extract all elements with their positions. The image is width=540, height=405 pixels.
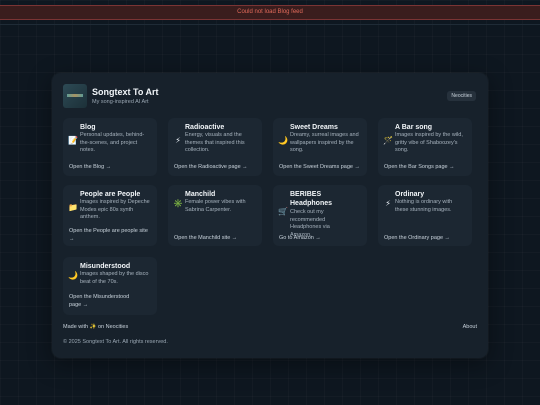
tile-description: Energy, visuals and the themes that insp… — [185, 132, 245, 153]
memo-icon: 📝 — [68, 136, 78, 145]
tile-title: Sweet Dreams — [290, 124, 338, 131]
tile-description: Images inspired by Depeche Modes epic 80… — [80, 199, 150, 220]
tile-title: Radioactive — [185, 124, 225, 131]
shopping-cart-icon: 🛒 — [278, 207, 288, 216]
tile-ordinary[interactable]: ⚡ Ordinary Nothing is ordinary with thes… — [378, 185, 472, 246]
site-logo — [63, 84, 87, 108]
tile-link[interactable]: Open the Misunderstood page → — [69, 294, 141, 309]
tile-title: Blog — [80, 124, 96, 131]
tile-link[interactable]: Open the People are people site → — [69, 228, 151, 243]
tile-description: Female power vibes with Sabrina Carpente… — [185, 199, 246, 213]
crescent-moon-icon: 🌙 — [68, 271, 78, 280]
main-card: Songtext To Art My song-inspired AI Art … — [52, 73, 488, 358]
tile-beribes-headphones[interactable]: 🛒 BERIBES Headphones Check out my recomm… — [273, 185, 367, 246]
tile-link[interactable]: Open the Manchild site → — [174, 235, 256, 243]
tile-title: Misunderstood — [80, 263, 131, 270]
tile-people-are-people[interactable]: 📁 People are People Images inspired by D… — [63, 185, 157, 246]
tile-blog[interactable]: 📝 Blog Personal updates, behind-the-scen… — [63, 118, 157, 176]
tile-radioactive[interactable]: ⚡ Radioactive Energy, visuals and the th… — [168, 118, 262, 176]
tile-manchild[interactable]: ✳️ Manchild Female power vibes with Sabr… — [168, 185, 262, 246]
tile-link[interactable]: Open the Bar Songs page → — [384, 164, 466, 172]
tile-a-bar-song[interactable]: 🪄 A Bar song Images inspired by the wild… — [378, 118, 472, 176]
tile-title: People are People — [80, 191, 141, 198]
site-title: Songtext To Art — [92, 87, 159, 97]
site-header: Songtext To Art My song-inspired AI Art … — [63, 84, 477, 110]
tile-link[interactable]: Open the Blog → — [69, 164, 151, 172]
tile-title: Manchild — [185, 191, 216, 198]
tile-link[interactable]: Go to Amazon → — [279, 235, 361, 243]
neocities-button[interactable]: Neocities — [447, 91, 476, 101]
tile-link[interactable]: Open the Radioactive page → — [174, 164, 256, 172]
tile-description: Dreamy, surreal images and wallpapers in… — [290, 132, 359, 153]
tile-description: Personal updates, behind-the-scenes, and… — [80, 132, 145, 153]
tile-description: Images inspired by the wild, gritty vibe… — [395, 132, 463, 153]
site-subtitle: My song-inspired AI Art — [92, 99, 149, 105]
error-banner: Could not load Blog feed — [0, 5, 540, 20]
magic-wand-icon: 🪄 — [383, 136, 393, 145]
divider — [0, 24, 540, 25]
lightning-icon: ⚡ — [385, 199, 391, 208]
lightning-icon: ⚡ — [175, 136, 181, 145]
tile-misunderstood[interactable]: 🌙 Misunderstood Images shaped by the dis… — [63, 257, 157, 315]
error-message: Could not load Blog feed — [237, 9, 303, 15]
crescent-moon-icon: 🌙 — [278, 136, 288, 145]
footer-made-with[interactable]: Made with ✨ on Neocities — [63, 324, 128, 330]
footer-about-link[interactable]: About — [463, 324, 477, 330]
footer-copyright: © 2025 Songtext To Art. All rights reser… — [63, 339, 168, 345]
folder-icon: 📁 — [68, 203, 78, 212]
tile-link[interactable]: Open the Sweet Dreams page → — [279, 164, 361, 172]
tile-title: BERIBES Headphones — [290, 191, 333, 207]
tile-sweet-dreams[interactable]: 🌙 Sweet Dreams Dreamy, surreal images an… — [273, 118, 367, 176]
tile-title: A Bar song — [395, 124, 433, 131]
tile-title: Ordinary — [395, 191, 425, 198]
tile-description: Nothing is ordinary with these stunning … — [395, 199, 453, 213]
tile-link[interactable]: Open the Ordinary page → — [384, 235, 466, 243]
tile-description: Images shaped by the disco beat of the 7… — [80, 271, 149, 285]
sparkle-icon: ✳️ — [173, 199, 183, 208]
